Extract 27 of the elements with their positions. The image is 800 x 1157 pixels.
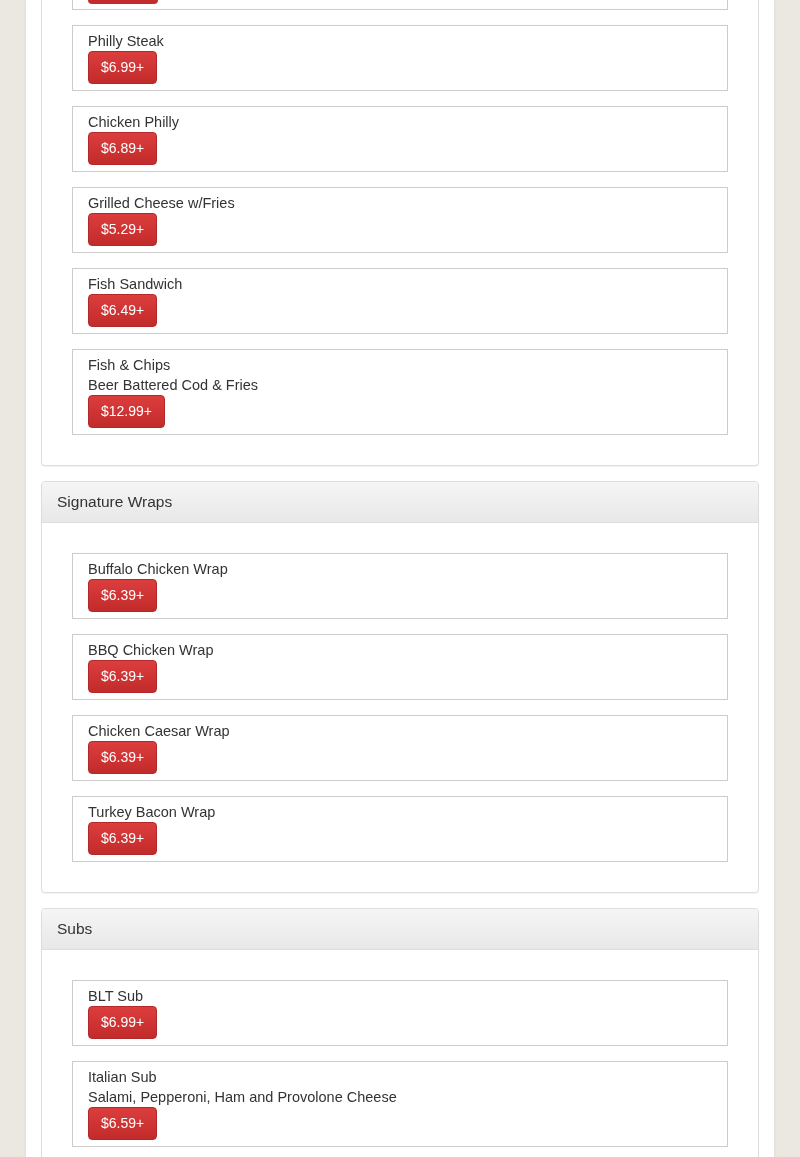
item-name: Fish Sandwich (88, 275, 183, 294)
price-button[interactable]: $6.39+ (88, 822, 158, 855)
price-button[interactable]: $6.49+ (88, 294, 158, 327)
item-description: Salami, Pepperoni, Ham and Provolone Cheese (88, 1088, 397, 1107)
item-name: BLT Sub (88, 987, 144, 1006)
section-header: Signature Wraps (42, 482, 758, 523)
item-name: Fish & Chips (88, 356, 171, 375)
price-button[interactable]: $6.99+ (88, 1006, 158, 1039)
price-button[interactable]: $6.99+ (88, 51, 158, 84)
price-button[interactable]: $6.39+ (88, 660, 158, 693)
price-button[interactable]: $5.29+ (88, 213, 158, 246)
item-description: Beer Battered Cod & Fries (88, 376, 259, 395)
item-name: Turkey Bacon Wrap (88, 803, 216, 822)
price-button[interactable] (88, 0, 158, 4)
section-header: Subs (42, 909, 758, 950)
price-button[interactable]: $6.39+ (88, 741, 158, 774)
price-button[interactable]: $6.59+ (88, 1107, 158, 1140)
item-name: Chicken Caesar Wrap (88, 722, 230, 741)
item-name: Grilled Cheese w/Fries (88, 194, 235, 213)
price-button[interactable]: $6.89+ (88, 132, 158, 165)
item-name: Buffalo Chicken Wrap (88, 560, 228, 579)
price-button[interactable]: $6.39+ (88, 579, 158, 612)
item-name: Chicken Philly (88, 113, 180, 132)
item-name: BBQ Chicken Wrap (88, 641, 214, 660)
item-name: Italian Sub (88, 1068, 157, 1087)
price-button[interactable]: $12.99+ (88, 395, 165, 428)
item-name: Philly Steak (88, 32, 164, 51)
